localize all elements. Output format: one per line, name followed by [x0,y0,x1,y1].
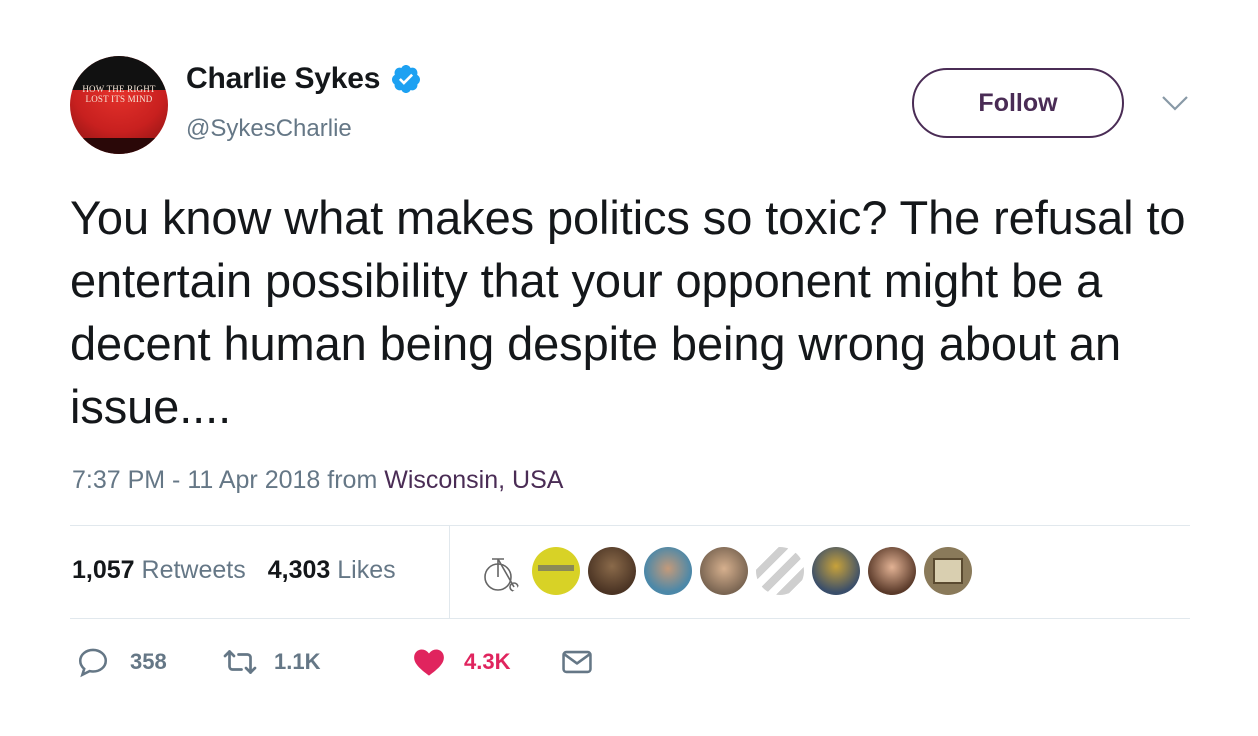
from-label: from [327,466,378,494]
direct-message-button[interactable] [560,645,594,679]
liker-avatar[interactable] [812,547,860,595]
chevron-down-icon[interactable] [1160,92,1190,114]
retweet-button[interactable]: 1.1K [222,644,412,680]
like-button[interactable]: 4.3K [412,645,560,679]
divider [70,525,1190,526]
envelope-icon [562,650,592,674]
tweet-text: You know what makes politics so toxic? T… [70,191,1186,433]
liker-avatar[interactable] [868,547,916,595]
likes-count: 4,303 [267,556,331,584]
liker-avatar[interactable] [756,547,804,595]
liker-avatar[interactable] [476,547,524,595]
liker-avatar[interactable] [700,547,748,595]
tweet-metadata: 7:37 PM - 11 Apr 2018 from Wisconsin, US… [72,466,563,495]
retweet-count: 1.1K [274,649,321,674]
reply-button[interactable]: 358 [76,645,222,679]
tweet-stats: 1,057 Retweets 4,303 Likes [72,556,396,585]
liker-avatar[interactable] [532,547,580,595]
author-name-row[interactable]: Charlie Sykes [186,62,422,96]
tweet-actions: 358 1.1K 4.3K [76,644,594,680]
retweets-count: 1,057 [72,556,135,584]
retweets-stat[interactable]: 1,057 Retweets [72,556,246,585]
stats-divider [449,526,450,618]
reply-icon [78,648,108,678]
verified-badge-icon [390,63,422,95]
follow-button[interactable]: Follow [912,68,1124,138]
likes-stat[interactable]: 4,303 Likes [268,556,396,585]
author-display-name[interactable]: Charlie Sykes [186,62,380,96]
penny-farthing-icon [484,558,519,592]
heart-icon [414,649,444,676]
like-count: 4.3K [464,649,511,674]
avatar-cap-brim [70,138,168,154]
author-avatar[interactable]: HOW THE RIGHT LOST ITS MIND [70,56,168,154]
liker-avatars [476,547,972,595]
liker-avatar[interactable] [924,547,972,595]
author-handle[interactable]: @SykesCharlie [186,115,352,143]
tweet-timestamp[interactable]: 7:37 PM - 11 Apr 2018 [72,466,320,494]
avatar-cap-text: HOW THE RIGHT LOST ITS MIND [82,84,156,104]
liker-avatar[interactable] [644,547,692,595]
reply-count: 358 [130,649,167,674]
liker-avatar[interactable] [588,547,636,595]
likes-label: Likes [337,556,396,584]
retweet-icon [223,650,257,674]
tweet-location-link[interactable]: Wisconsin, USA [384,466,563,494]
divider [70,618,1190,619]
retweets-label: Retweets [141,556,246,584]
